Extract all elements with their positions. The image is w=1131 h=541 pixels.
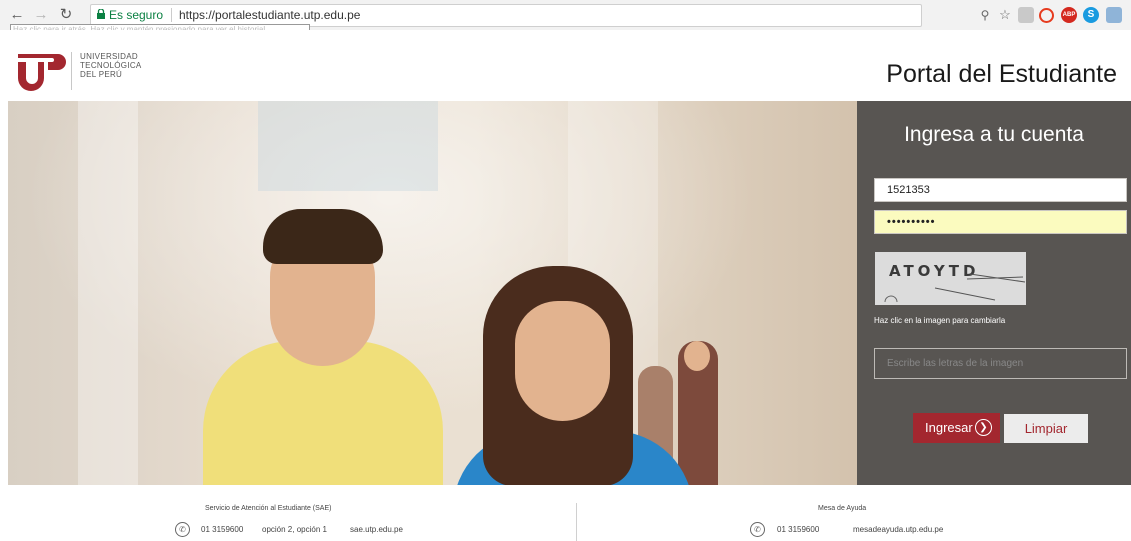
- help-title: Mesa de Ayuda: [818, 505, 867, 512]
- hero-photo: [8, 101, 857, 485]
- site-footer: Servicio de Atención al Estudiante (SAE)…: [0, 485, 1131, 541]
- username-input[interactable]: 1521353: [874, 178, 1127, 202]
- clear-button[interactable]: Limpiar: [1004, 414, 1088, 443]
- logo-text: UNIVERSIDAD TECNOLÓGICA DEL PERÚ: [80, 52, 142, 79]
- password-input[interactable]: ••••••••••: [874, 210, 1127, 234]
- page-title: Portal del Estudiante: [886, 60, 1117, 88]
- hero-pillar: [78, 101, 138, 485]
- lock-icon: [97, 9, 105, 19]
- extension2-icon[interactable]: [1106, 7, 1122, 23]
- logo-separator: [71, 52, 72, 90]
- logo-line-2: TECNOLÓGICA: [80, 61, 142, 70]
- woman-face: [515, 301, 610, 421]
- url-text[interactable]: https://portalestudiante.utp.edu.pe: [179, 8, 360, 22]
- login-title: Ingresa a tu cuenta: [904, 123, 1084, 146]
- sae-options: opción 2, opción 1: [262, 525, 327, 534]
- logo-line-1: UNIVERSIDAD: [80, 52, 138, 61]
- site-header: UNIVERSIDAD TECNOLÓGICA DEL PERÚ Portal …: [0, 30, 1131, 101]
- phone-icon-2: ✆: [750, 522, 765, 537]
- captcha-hint: Haz clic en la imagen para cambiarla: [874, 316, 1006, 325]
- browser-toolbar: ← → ↻ Es seguro https://portalestudiante…: [0, 0, 1131, 38]
- skype-icon[interactable]: S: [1083, 7, 1099, 23]
- background-face: [684, 341, 710, 371]
- captcha-noise-icon: [884, 273, 1026, 303]
- captcha-input[interactable]: Escribe las letras de la imagen: [874, 348, 1127, 379]
- sae-site-link[interactable]: sae.utp.edu.pe: [350, 525, 403, 534]
- footer-divider: [576, 503, 577, 541]
- captcha-image[interactable]: ATOYTD: [875, 252, 1026, 305]
- star-icon[interactable]: ☆: [997, 7, 1013, 23]
- forward-arrow-icon[interactable]: →: [32, 6, 50, 24]
- adblock-icon[interactable]: ABP: [1061, 7, 1077, 23]
- login-button[interactable]: Ingresar ❯: [913, 413, 1000, 443]
- key-icon[interactable]: ⚲: [977, 7, 993, 23]
- help-site-link[interactable]: mesadeayuda.utp.edu.pe: [853, 525, 943, 534]
- logo-line-3: DEL PERÚ: [80, 70, 123, 79]
- sae-phone: 01 3159600: [201, 525, 244, 534]
- reload-icon[interactable]: ↻: [57, 6, 75, 24]
- chevron-right-icon: ❯: [975, 419, 992, 436]
- man-hair: [263, 209, 383, 264]
- secure-label: Es seguro: [109, 8, 164, 22]
- address-divider: [171, 8, 172, 22]
- sae-title: Servicio de Atención al Estudiante (SAE): [205, 505, 332, 512]
- help-phone: 01 3159600: [777, 525, 820, 534]
- hero-window: [258, 101, 438, 191]
- login-panel: Ingresa a tu cuenta 1521353 •••••••••• A…: [857, 101, 1131, 485]
- login-button-label: Ingresar: [925, 420, 973, 435]
- extension-icon[interactable]: [1018, 7, 1034, 23]
- opera-icon[interactable]: [1039, 8, 1054, 23]
- phone-icon: ✆: [175, 522, 190, 537]
- back-arrow-icon[interactable]: ←: [8, 6, 26, 24]
- utp-logo-icon[interactable]: [14, 52, 66, 92]
